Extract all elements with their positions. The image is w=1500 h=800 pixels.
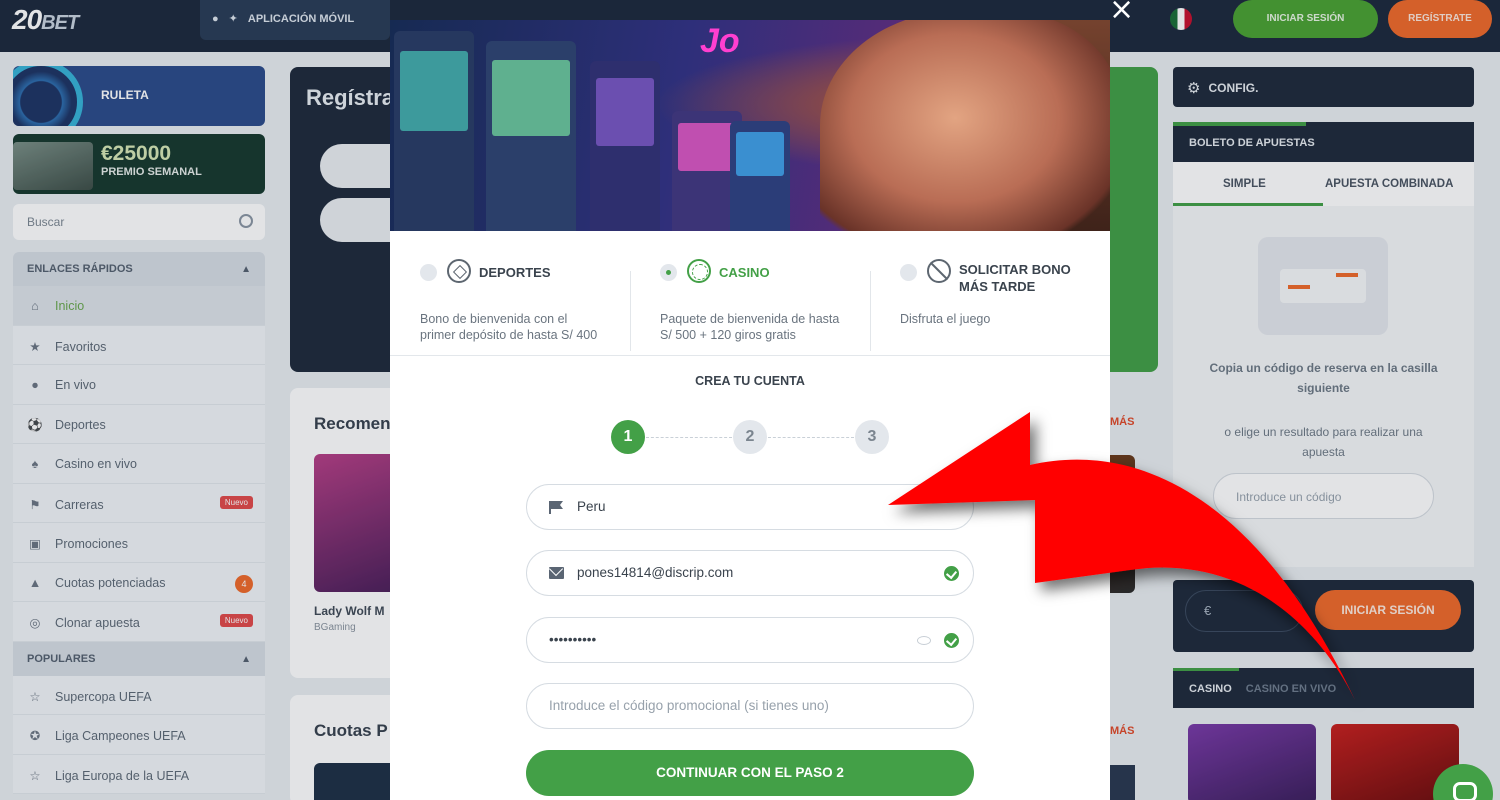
red-arrow-annotation <box>888 412 1355 700</box>
arrow-shape <box>888 412 1355 700</box>
